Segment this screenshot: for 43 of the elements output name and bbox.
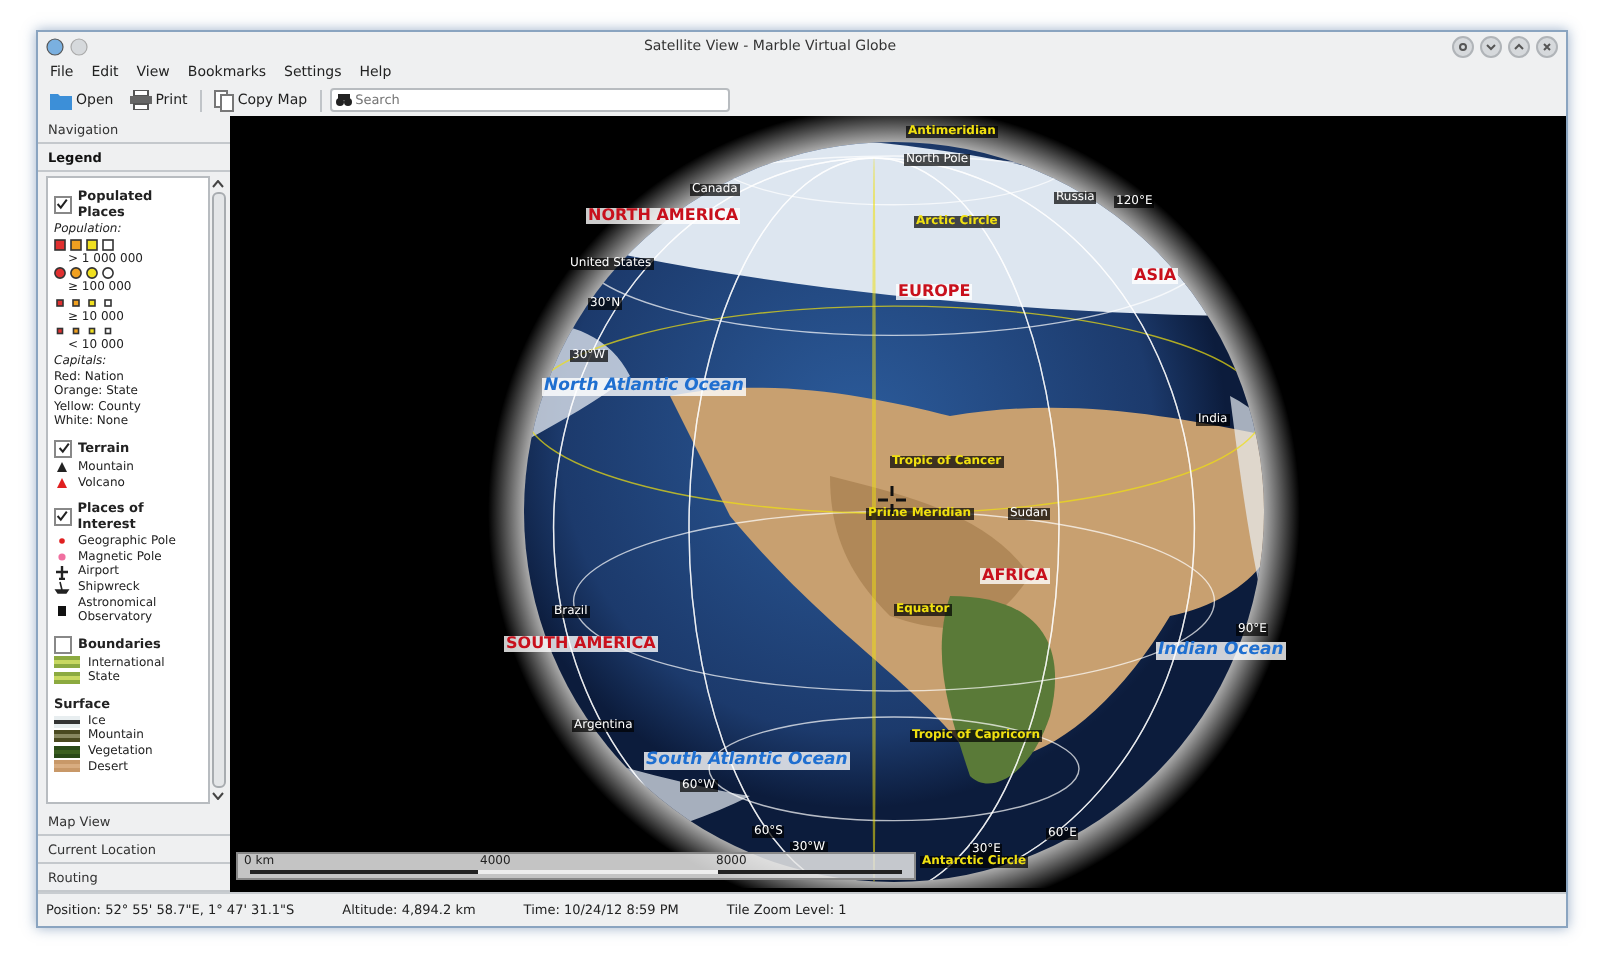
scrollbar-thumb[interactable] — [211, 192, 225, 788]
airplane-icon — [54, 565, 70, 580]
help-button[interactable] — [1452, 35, 1474, 57]
section-checkbox[interactable] — [54, 507, 72, 526]
pole-icon — [54, 534, 70, 549]
boundary-swatch — [54, 672, 80, 685]
app-icon[interactable] — [46, 37, 64, 55]
folder-icon — [50, 90, 72, 110]
mountain-icon — [54, 460, 70, 475]
map-label: NORTH AMERICA — [586, 208, 741, 224]
section-checkbox[interactable] — [54, 195, 72, 213]
map-label: South Atlantic Ocean — [644, 752, 850, 769]
maximize-button[interactable] — [1508, 35, 1530, 57]
close-button[interactable] — [1536, 35, 1558, 57]
printer-icon — [129, 90, 152, 110]
ice-texture-swatch — [54, 715, 80, 728]
map-label: Indian Ocean — [1156, 642, 1286, 659]
maximize-icon — [1514, 41, 1524, 51]
volcano-icon — [54, 475, 70, 490]
map-label: SOUTH AMERICA — [504, 636, 658, 652]
help-icon — [1458, 41, 1468, 51]
shipwreck-icon — [54, 580, 70, 595]
map-label: AFRICA — [980, 568, 1050, 584]
observatory-icon — [54, 603, 70, 618]
minimize-icon — [1486, 41, 1496, 51]
checkmark-icon — [56, 198, 69, 210]
scroll-down-icon[interactable] — [212, 792, 224, 800]
section-checkbox[interactable] — [54, 439, 72, 458]
mountain-texture-swatch — [54, 730, 80, 743]
close-icon — [1542, 41, 1552, 51]
map-label: ASIA — [1132, 268, 1179, 284]
checkmark-icon — [57, 442, 69, 455]
checkmark-icon — [56, 510, 69, 523]
map-label: North Atlantic Ocean — [542, 378, 746, 395]
map-label: EUROPE — [896, 284, 973, 300]
section-checkbox[interactable] — [54, 635, 72, 654]
copy-icon — [213, 89, 234, 111]
boundary-swatch — [54, 656, 80, 669]
vegetation-swatch — [54, 745, 80, 758]
scroll-up-icon[interactable] — [212, 180, 224, 188]
magnetic-pole-icon — [54, 550, 70, 565]
minimize-button[interactable] — [1480, 35, 1502, 57]
desert-swatch — [54, 760, 80, 773]
